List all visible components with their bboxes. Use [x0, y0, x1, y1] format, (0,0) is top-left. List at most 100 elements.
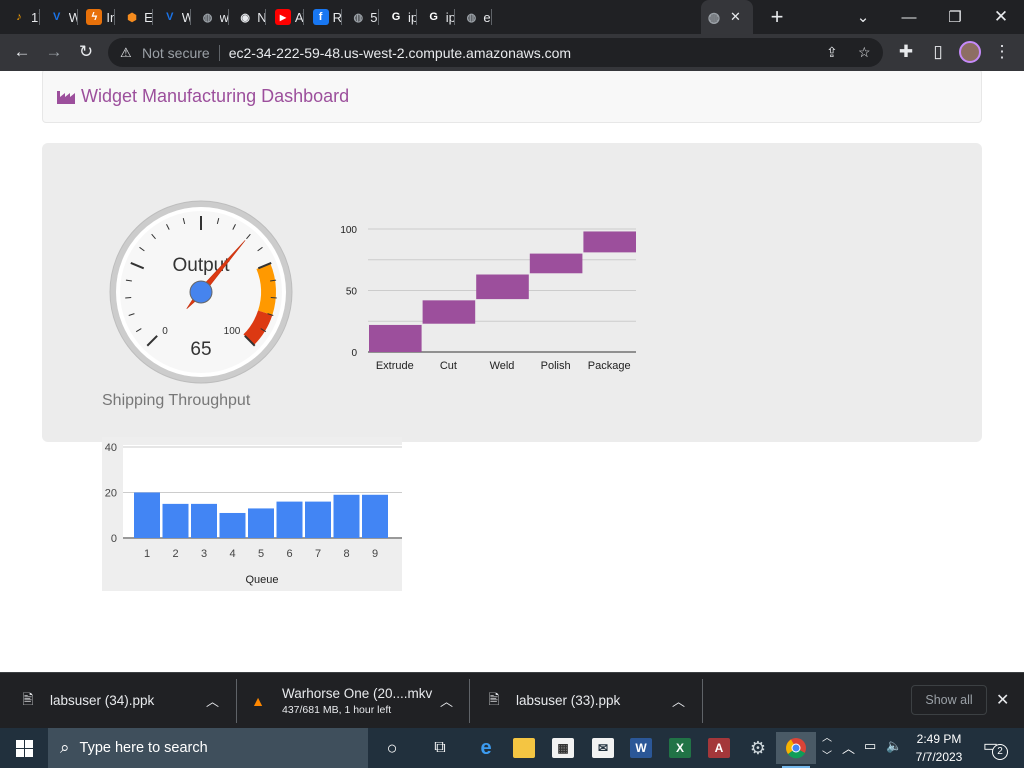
- queue-bar[interactable]: [362, 494, 388, 538]
- google-icon: G: [391, 11, 401, 23]
- waterfall-bar[interactable]: [583, 231, 636, 253]
- share-icon[interactable]: ⇪: [826, 44, 838, 61]
- google-icon: G: [429, 11, 438, 23]
- browser-tab[interactable]: ◉Ne: [232, 0, 267, 34]
- tab-separator: [416, 9, 417, 25]
- tab-separator: [265, 9, 267, 25]
- factory-icon: [57, 91, 75, 104]
- show-all-button[interactable]: Show all: [911, 685, 987, 715]
- gauge-max-label: 100: [224, 326, 241, 337]
- tray-overflow-icon[interactable]: ︿: [842, 738, 855, 757]
- address-bar[interactable]: ⚠ Not secure ec2-34-222-59-48.us-west-2.…: [108, 38, 883, 67]
- access-icon[interactable]: A: [699, 732, 739, 764]
- clock-date: 7/7/2023: [915, 750, 963, 764]
- queue-bar[interactable]: [162, 503, 189, 538]
- queue-bar[interactable]: [276, 501, 303, 538]
- tray-clock[interactable]: 2:49 PM 7/7/2023: [910, 730, 968, 766]
- waterfall-bar[interactable]: [476, 274, 529, 300]
- store-icon[interactable]: ▦: [543, 732, 583, 764]
- waterfall-bar[interactable]: [422, 300, 476, 324]
- forward-button[interactable]: →: [40, 38, 68, 66]
- waterfall-bar[interactable]: [369, 324, 422, 352]
- browser-tab[interactable]: ◍wv: [195, 0, 229, 34]
- chevron-up-icon[interactable]: ︿: [672, 691, 685, 710]
- chevron-up-icon[interactable]: ︿: [206, 691, 219, 710]
- download-item[interactable]: ▲ Warhorse One (20....mkv 437/681 MB, 1 …: [248, 673, 470, 728]
- tab-separator: [340, 9, 342, 25]
- close-window-button[interactable]: ✕: [978, 0, 1024, 34]
- browser-tab[interactable]: fRi: [308, 0, 342, 34]
- edge-icon[interactable]: e: [466, 732, 506, 764]
- browser-tab[interactable]: ◍52: [345, 0, 380, 34]
- volume-icon[interactable]: 🔈: [886, 738, 902, 754]
- word-icon[interactable]: W: [621, 732, 661, 764]
- globe-icon: ◍: [353, 11, 364, 24]
- download-name: Warhorse One (20....mkv: [282, 685, 433, 701]
- windows-logo-icon: [15, 739, 33, 757]
- browser-tab[interactable]: ⬢EC: [119, 0, 154, 34]
- file-explorer-icon[interactable]: [504, 732, 544, 764]
- browser-tab[interactable]: Gip: [383, 0, 417, 34]
- tab-separator: [114, 9, 116, 25]
- close-shelf-icon[interactable]: ✕: [996, 690, 1009, 710]
- omnibox-divider: [218, 44, 220, 61]
- download-shelf: 🖹 labsuser (34).ppk ︿ ▲ Warhorse One (20…: [0, 672, 1024, 728]
- chrome-taskbar-icon[interactable]: [776, 732, 816, 768]
- y-tick-label: 0: [111, 533, 117, 545]
- ppk-file-icon: 🖹: [488, 690, 500, 707]
- settings-gear-icon[interactable]: ⚙: [738, 732, 778, 764]
- x-tick-label: 1: [144, 548, 150, 560]
- extensions-puzzle-icon[interactable]: ✚: [892, 38, 920, 66]
- new-tab-button[interactable]: +: [755, 0, 799, 34]
- tab-separator: [491, 9, 493, 25]
- restore-button[interactable]: ❐: [932, 0, 978, 34]
- x-tick-label: 8: [343, 548, 349, 560]
- menu-kebab-icon[interactable]: ⋮: [988, 38, 1016, 66]
- chrome-icon: ◉: [240, 11, 250, 24]
- side-panel-icon[interactable]: ▯: [924, 38, 952, 66]
- tab-separator: [453, 9, 455, 25]
- excel-icon[interactable]: X: [660, 732, 700, 764]
- browser-tab[interactable]: Gip: [421, 0, 455, 34]
- globe-icon: ◍: [466, 11, 477, 24]
- taskbar-search[interactable]: ⌕ Type here to search: [48, 728, 368, 768]
- mail-icon[interactable]: ✉: [583, 732, 623, 764]
- browser-tab[interactable]: ▶AV: [270, 0, 304, 34]
- tab-search-icon[interactable]: ⌄: [840, 0, 886, 34]
- bookmark-star-icon[interactable]: ☆: [858, 44, 871, 61]
- back-button[interactable]: ←: [8, 38, 36, 66]
- minimize-button[interactable]: —: [886, 0, 932, 34]
- reload-button[interactable]: ↻: [72, 38, 100, 66]
- warning-icon[interactable]: ⚠: [120, 45, 136, 61]
- y-tick-label: 20: [105, 488, 117, 500]
- browser-tab[interactable]: VWi: [44, 0, 78, 34]
- browser-tab[interactable]: ϟIns: [81, 0, 116, 34]
- cortana-icon[interactable]: ○: [372, 732, 412, 764]
- active-tab[interactable]: ◍ ✕: [701, 0, 753, 34]
- profile-avatar[interactable]: [956, 38, 984, 66]
- waterfall-bar[interactable]: [529, 253, 583, 274]
- queue-bar[interactable]: [191, 503, 217, 538]
- queue-bar[interactable]: [134, 492, 160, 539]
- chevron-up-icon[interactable]: ︿: [440, 691, 453, 710]
- queue-bar[interactable]: [333, 494, 360, 538]
- queue-bar[interactable]: [248, 508, 274, 538]
- tab-separator: [76, 9, 78, 25]
- security-label[interactable]: Not secure: [142, 45, 210, 61]
- queue-bar-chart: 0 20 40 1 2 3 4 5 6 7 8 9 Queue: [102, 437, 402, 591]
- browser-tab[interactable]: VWi: [157, 0, 191, 34]
- download-item[interactable]: 🖹 labsuser (33).ppk ︿: [484, 673, 702, 728]
- download-item[interactable]: 🖹 labsuser (34).ppk ︿: [18, 673, 238, 728]
- task-view-icon[interactable]: ⧉: [420, 732, 460, 764]
- output-gauge: Output 0 100 65: [109, 200, 293, 384]
- start-button[interactable]: [0, 728, 48, 768]
- url-text[interactable]: ec2-34-222-59-48.us-west-2.compute.amazo…: [229, 45, 571, 61]
- browser-tab[interactable]: ♪17: [6, 0, 40, 34]
- close-tab-icon[interactable]: ✕: [730, 9, 741, 25]
- network-icon[interactable]: ▭: [864, 738, 876, 754]
- taskbar-scroll-icon[interactable]: ︿ ﹀: [822, 730, 832, 766]
- browser-tab[interactable]: ◍ec: [458, 0, 493, 34]
- queue-bar[interactable]: [305, 501, 331, 538]
- queue-bar[interactable]: [219, 512, 246, 538]
- brand-title[interactable]: Widget Manufacturing Dashboard: [81, 86, 349, 107]
